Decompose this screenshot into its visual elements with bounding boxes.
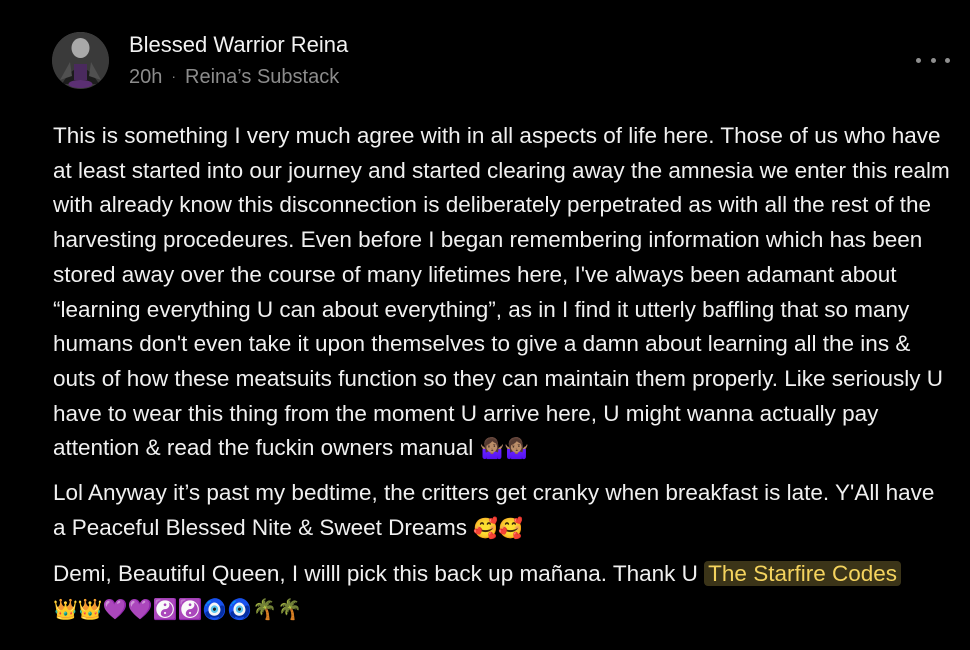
- avatar[interactable]: [52, 32, 109, 89]
- comment-paragraph: Demi, Beautiful Queen, I willl pick this…: [53, 557, 953, 626]
- comment-text: Demi, Beautiful Queen, I willl pick this…: [53, 561, 698, 587]
- comment-paragraph: This is something I very much agree with…: [53, 119, 953, 466]
- comment-body: This is something I very much agree with…: [53, 119, 953, 627]
- comment-text: This is something I very much agree with…: [53, 123, 950, 461]
- publication-link[interactable]: Reina’s Substack: [185, 66, 339, 88]
- comment-card: Blessed Warrior Reina 20h · Reina’s Substa…: [0, 0, 970, 650]
- mention-link[interactable]: The Starfire Codes: [704, 561, 902, 587]
- more-options-button[interactable]: [916, 50, 950, 70]
- smiling-hearts-emoji: 🥰🥰: [473, 515, 524, 540]
- emoji-row: 👑👑💜💜☯️☯️🧿🧿🌴🌴: [53, 597, 303, 622]
- shrug-emoji: 🤷🏽‍♀️🤷🏽‍♀️: [479, 436, 530, 461]
- meta-separator: ·: [171, 68, 177, 84]
- warrior-avatar-icon: [52, 32, 109, 89]
- post-meta: 20h · Reina’s Substack: [129, 63, 339, 92]
- ellipsis-horizontal-icon: [916, 57, 921, 63]
- comment-paragraph: Lol Anyway it’s past my bedtime, the cri…: [53, 476, 953, 545]
- author-name[interactable]: Blessed Warrior Reina: [129, 30, 348, 60]
- post-time: 20h: [129, 66, 163, 88]
